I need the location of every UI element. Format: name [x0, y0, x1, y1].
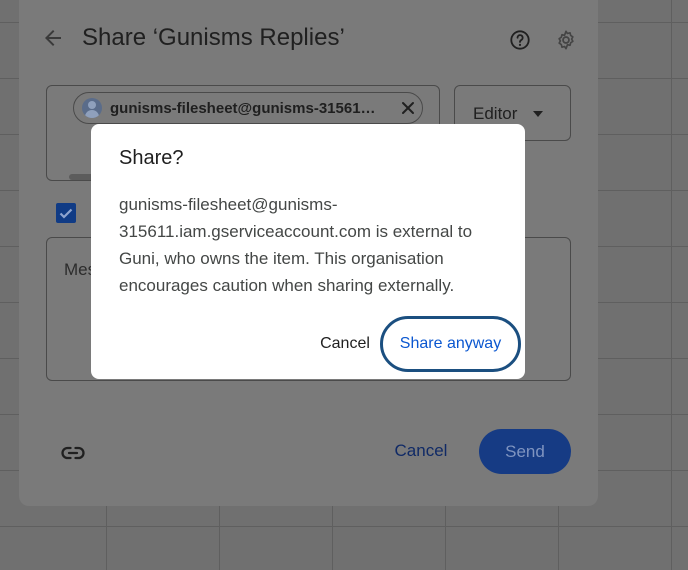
checkmark-icon	[59, 208, 73, 219]
confirm-dialog-title: Share?	[119, 147, 184, 169]
help-icon[interactable]	[509, 29, 531, 51]
avatar-icon	[82, 98, 102, 118]
recipient-chip-label: gunisms-filesheet@gunisms-31561…	[110, 100, 376, 117]
recipient-chip[interactable]: gunisms-filesheet@gunisms-31561…	[73, 92, 423, 124]
arrow-back-icon[interactable]	[41, 26, 65, 50]
send-button[interactable]: Send	[479, 429, 571, 474]
gear-icon[interactable]	[555, 29, 577, 51]
role-dropdown-label: Editor	[473, 104, 518, 123]
share-anyway-button[interactable]: Share anyway	[380, 316, 521, 372]
confirm-cancel-button[interactable]: Cancel	[311, 326, 379, 362]
share-confirm-dialog: Share? gunisms-filesheet@gunisms-315611.…	[91, 124, 525, 379]
notify-checkbox[interactable]	[56, 203, 76, 223]
close-icon[interactable]	[400, 100, 416, 116]
confirm-dialog-message: gunisms-filesheet@gunisms-315611.iam.gse…	[119, 195, 473, 295]
link-icon[interactable]	[60, 440, 86, 466]
cancel-button[interactable]: Cancel	[383, 430, 459, 472]
share-dialog-title: Share ‘Gunisms Replies’	[82, 24, 345, 51]
caret-down-icon	[533, 111, 543, 117]
